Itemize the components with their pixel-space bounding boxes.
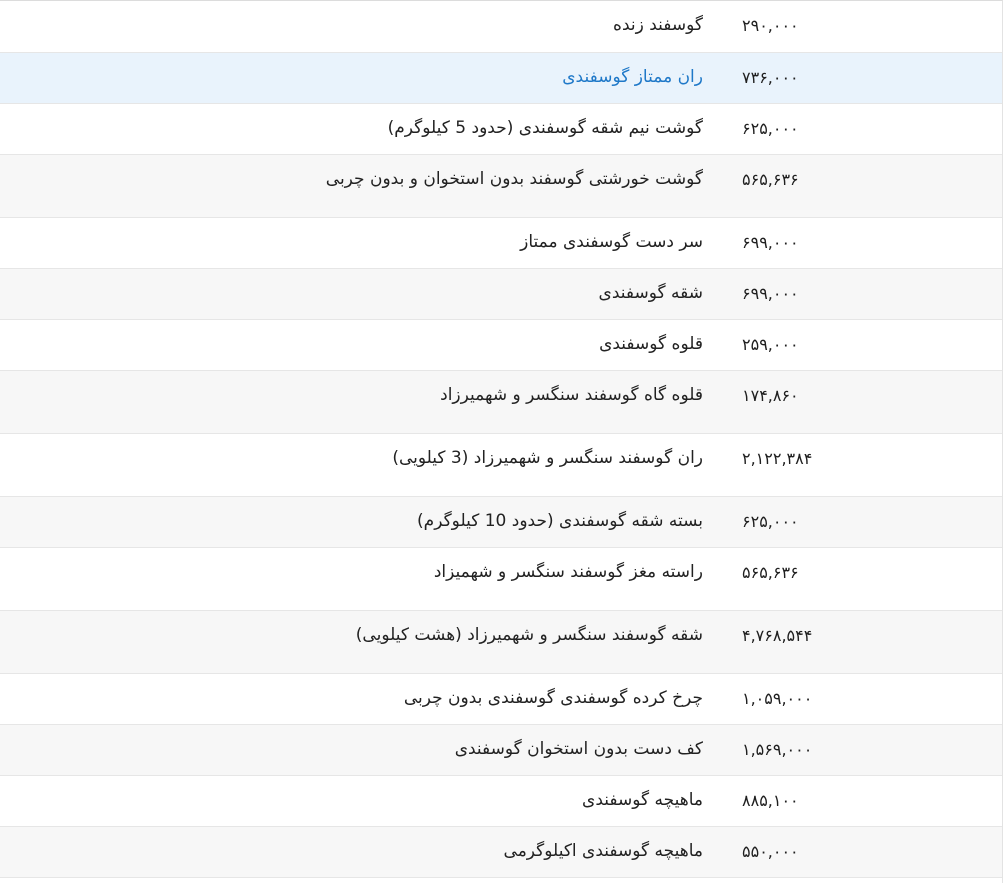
price-table-container: گوسفند زنده ۲۹۰,۰۰۰ ران ممتاز گوسفندی ۷۳… xyxy=(0,0,1003,883)
product-name[interactable]: شقه گوسفندی xyxy=(0,268,723,319)
product-price: ۱,۵۶۹,۰۰۰ xyxy=(742,739,813,759)
product-name[interactable]: ران ممتاز گوسفندی xyxy=(0,52,723,103)
product-name[interactable]: ماهیچه گوسفندی xyxy=(0,775,723,826)
product-name[interactable]: سر دست گوسفندی ممتاز xyxy=(0,217,723,268)
product-name[interactable]: گوشت نیم شقه گوسفندی (حدود 5 کیلوگرم) xyxy=(0,103,723,154)
product-name[interactable]: ران گوسفند سنگسر و شهمیرزاد (3 کیلویی) xyxy=(0,433,723,496)
table-row[interactable]: بسته شقه گوسفندی (حدود 10 کیلوگرم) ۶۲۵,۰… xyxy=(0,496,1002,547)
table-row[interactable]: راسته مغز گوسفند سنگسر و شهمیزاد ۵۶۵,۶۳۶ xyxy=(0,547,1002,610)
table-row[interactable]: قلوه گوسفندی ۲۵۹,۰۰۰ xyxy=(0,319,1002,370)
product-name[interactable]: بسته شقه گوسفندی (حدود 10 کیلوگرم) xyxy=(0,496,723,547)
table-row[interactable]: شقه گوسفند سنگسر و شهمیرزاد (هشت کیلویی)… xyxy=(0,610,1002,673)
product-price: ۵۶۵,۶۳۶ xyxy=(742,562,799,582)
table-row[interactable]: چرخ کرده گوسفندی گوسفندی بدون چربی ۱,۰۵۹… xyxy=(0,673,1002,724)
table-row[interactable]: کف دست بدون استخوان گوسفندی ۱,۵۶۹,۰۰۰ xyxy=(0,724,1002,775)
product-name[interactable]: ماهیچه گوسفندی اکیلوگرمی xyxy=(0,826,723,877)
product-price: ۶۹۹,۰۰۰ xyxy=(742,283,799,303)
table-row[interactable]: ران گوسفند سنگسر و شهمیرزاد (3 کیلویی) ۲… xyxy=(0,433,1002,496)
product-price: ۲۵۹,۰۰۰ xyxy=(742,334,799,354)
table-row[interactable]: گوشت نیم شقه گوسفندی (حدود 5 کیلوگرم) ۶۲… xyxy=(0,103,1002,154)
table-row[interactable]: سر دست گوسفندی ممتاز ۶۹۹,۰۰۰ xyxy=(0,217,1002,268)
table-row[interactable]: ماهیچه گوسفندی ۸۸۵,۱۰۰ xyxy=(0,775,1002,826)
product-price: ۶۹۹,۰۰۰ xyxy=(742,232,799,252)
product-name[interactable]: چرخ کرده گوسفندی گوسفندی بدون چربی xyxy=(0,673,723,724)
price-table: گوسفند زنده ۲۹۰,۰۰۰ ران ممتاز گوسفندی ۷۳… xyxy=(0,1,1002,878)
product-price: ۴,۷۶۸,۵۴۴ xyxy=(742,625,813,645)
product-name[interactable]: گوسفند زنده xyxy=(0,1,723,52)
product-price: ۶۲۵,۰۰۰ xyxy=(742,118,799,138)
product-name[interactable]: قلوه گوسفندی xyxy=(0,319,723,370)
table-row[interactable]: ران ممتاز گوسفندی ۷۳۶,۰۰۰ xyxy=(0,52,1002,103)
product-name[interactable]: شقه گوسفند سنگسر و شهمیرزاد (هشت کیلویی) xyxy=(0,610,723,673)
product-price: ۱۷۴,۸۶۰ xyxy=(742,385,799,405)
product-price: ۶۲۵,۰۰۰ xyxy=(742,511,799,531)
product-name[interactable]: قلوه گاه گوسفند سنگسر و شهمیرزاد xyxy=(0,370,723,433)
product-price: ۵۶۵,۶۳۶ xyxy=(742,169,799,189)
product-name[interactable]: گوشت خورشتی گوسفند بدون استخوان و بدون چ… xyxy=(0,154,723,217)
product-name[interactable]: کف دست بدون استخوان گوسفندی xyxy=(0,724,723,775)
product-price: ۱,۰۵۹,۰۰۰ xyxy=(742,688,813,708)
table-row[interactable]: شقه گوسفندی ۶۹۹,۰۰۰ xyxy=(0,268,1002,319)
table-row[interactable]: گوشت خورشتی گوسفند بدون استخوان و بدون چ… xyxy=(0,154,1002,217)
table-row[interactable]: قلوه گاه گوسفند سنگسر و شهمیرزاد ۱۷۴,۸۶۰ xyxy=(0,370,1002,433)
product-price: ۵۵۰,۰۰۰ xyxy=(742,841,799,861)
product-price: ۷۳۶,۰۰۰ xyxy=(742,67,799,87)
product-price: ۲,۱۲۲,۳۸۴ xyxy=(742,448,813,468)
table-row[interactable]: گوسفند زنده ۲۹۰,۰۰۰ xyxy=(0,1,1002,52)
product-price: ۸۸۵,۱۰۰ xyxy=(742,790,799,810)
product-price: ۲۹۰,۰۰۰ xyxy=(742,16,799,35)
product-name[interactable]: راسته مغز گوسفند سنگسر و شهمیزاد xyxy=(0,547,723,610)
table-row[interactable]: ماهیچه گوسفندی اکیلوگرمی ۵۵۰,۰۰۰ xyxy=(0,826,1002,877)
